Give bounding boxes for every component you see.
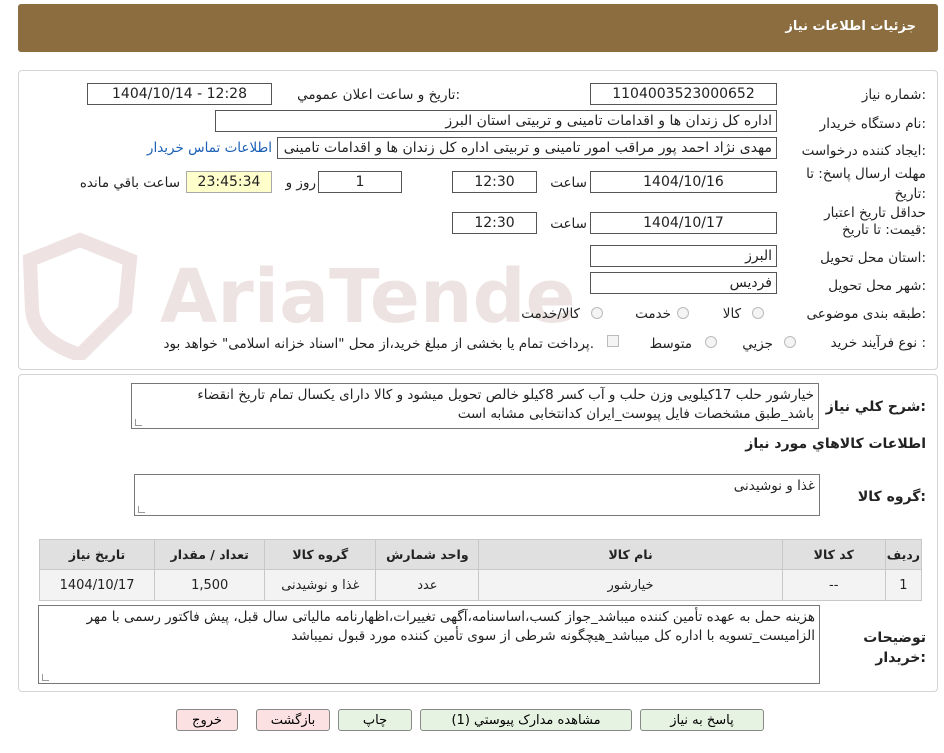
cell-unit: عدد xyxy=(375,569,480,601)
cell-need-date: 1404/10/17 xyxy=(38,569,156,601)
deadline-days-field: 1 xyxy=(318,171,402,193)
buyer-org-field: اداره کل زندان ها و اقدامات تامینی و ترب… xyxy=(215,110,777,132)
treasury-checkbox[interactable] xyxy=(607,335,619,347)
category-service-text: خدمت xyxy=(635,306,671,322)
col-header-name: نام کالا xyxy=(478,539,783,570)
view-attachments-button[interactable]: مشاهده مدارک پيوستي (1) xyxy=(420,709,632,731)
city-label: شهر محل تحويل: xyxy=(828,278,926,294)
category-goods-text: کالا xyxy=(722,306,741,322)
process-minor-radio[interactable] xyxy=(784,336,796,348)
category-goods-service-radio[interactable] xyxy=(591,307,603,319)
announce-datetime-field: 1404/10/14 - 12:28 xyxy=(87,83,272,105)
remaining-time-label: ساعت باقي مانده xyxy=(79,175,180,191)
table-row: 1 -- خیارشور عدد غذا و نوشیدنی 1,500 140… xyxy=(38,569,923,601)
buyer-notes-label: توضيحات خريدار: xyxy=(863,630,926,666)
category-goods-service-text: کالا/خدمت xyxy=(521,306,580,322)
validity-label: حداقل تاريخ اعتبار قيمت: تا تاريخ: xyxy=(824,205,926,238)
col-header-unit: واحد شمارش xyxy=(375,539,480,570)
need-number-label: شماره نیاز: xyxy=(861,87,926,103)
table-header-row: رديف کد کالا نام کالا واحد شمارش گروه کا… xyxy=(38,539,923,570)
summary-field: خیارشور حلب 17کیلویی وزن حلب و آب کسر 8ک… xyxy=(131,383,819,429)
cell-quantity: 1,500 xyxy=(154,569,266,601)
col-header-code: کد کالا xyxy=(781,539,886,570)
deadline-time-field: 12:30 xyxy=(452,171,537,193)
items-table: رديف کد کالا نام کالا واحد شمارش گروه کا… xyxy=(38,539,923,601)
col-header-group: گروه کالا xyxy=(264,539,377,570)
process-minor-text: جزیي xyxy=(742,336,773,352)
city-field: فرديس xyxy=(590,272,777,294)
deadline-time-label: ساعت xyxy=(550,175,587,191)
col-header-quantity: تعداد / مقدار xyxy=(154,539,266,570)
deadline-label: مهلت ارسال پاسخ: تا تاريخ: xyxy=(806,166,926,202)
col-header-row-number: رديف xyxy=(884,539,923,570)
process-type-label: نوع فرآيند خريد : xyxy=(830,335,926,351)
reply-button[interactable]: پاسخ به نياز xyxy=(640,709,764,731)
col-header-need-date: تاريخ نياز xyxy=(38,539,156,570)
page-header: جزئیات اطلاعات نیاز xyxy=(18,4,938,52)
requester-label: ايجاد کننده درخواست: xyxy=(801,143,926,159)
remaining-time-field: 23:45:34 xyxy=(186,171,272,193)
category-service-radio[interactable] xyxy=(677,307,689,319)
validity-time-field: 12:30 xyxy=(452,212,537,234)
buyer-org-label: نام دستگاه خريدار: xyxy=(819,116,926,132)
announce-datetime-label: تاریخ و ساعت اعلان عمومي: xyxy=(297,87,460,103)
cell-code: -- xyxy=(781,569,886,601)
process-medium-text: متوسط xyxy=(649,336,692,352)
goods-group-label: گروه کالا: xyxy=(857,489,926,505)
cell-name: خیارشور xyxy=(478,569,783,601)
resize-grip-icon[interactable] xyxy=(135,419,142,426)
province-field: البرز xyxy=(590,245,777,267)
buyer-notes-field: هزینه حمل به عهده تأمین کننده میباشد_جوا… xyxy=(38,605,820,684)
need-number-field: 1104003523000652 xyxy=(590,83,777,105)
buyer-contact-link[interactable]: اطلاعات تماس خريدار xyxy=(147,140,272,156)
deadline-date-field: 1404/10/16 xyxy=(590,171,777,193)
print-button[interactable]: چاپ xyxy=(338,709,412,731)
cell-group: غذا و نوشیدنی xyxy=(264,569,377,601)
category-label: طبقه بندی موضوعی: xyxy=(806,306,926,322)
summary-text: خیارشور حلب 17کیلویی وزن حلب و آب کسر 8ک… xyxy=(197,387,814,422)
back-button[interactable]: بازگشت xyxy=(256,709,330,731)
requester-field: مهدی نژاد احمد پور مراقب امور تامینی و ت… xyxy=(277,137,777,159)
buyer-notes-text: هزینه حمل به عهده تأمین کننده میباشد_جوا… xyxy=(86,609,815,644)
resize-grip-icon[interactable] xyxy=(138,506,145,513)
cell-row-number: 1 xyxy=(884,569,923,601)
treasury-note: پرداخت تمام يا بخشی از مبلغ خريد،از محل … xyxy=(163,336,594,352)
goods-group-field: غذا و نوشیدنی xyxy=(134,474,820,516)
validity-date-field: 1404/10/17 xyxy=(590,212,777,234)
summary-label: شرح کلي نياز: xyxy=(825,399,926,415)
process-medium-radio[interactable] xyxy=(705,336,717,348)
exit-button[interactable]: خروج xyxy=(176,709,238,731)
items-section-title: اطلاعات کالاهاي مورد نياز xyxy=(745,436,926,452)
category-goods-radio[interactable] xyxy=(752,307,764,319)
resize-grip-icon[interactable] xyxy=(42,674,49,681)
validity-time-label: ساعت xyxy=(550,216,587,232)
province-label: استان محل تحويل: xyxy=(820,250,926,266)
deadline-days-label: روز و xyxy=(285,175,316,191)
page-title: جزئیات اطلاعات نیاز xyxy=(785,19,916,34)
goods-group-text: غذا و نوشیدنی xyxy=(733,478,815,494)
